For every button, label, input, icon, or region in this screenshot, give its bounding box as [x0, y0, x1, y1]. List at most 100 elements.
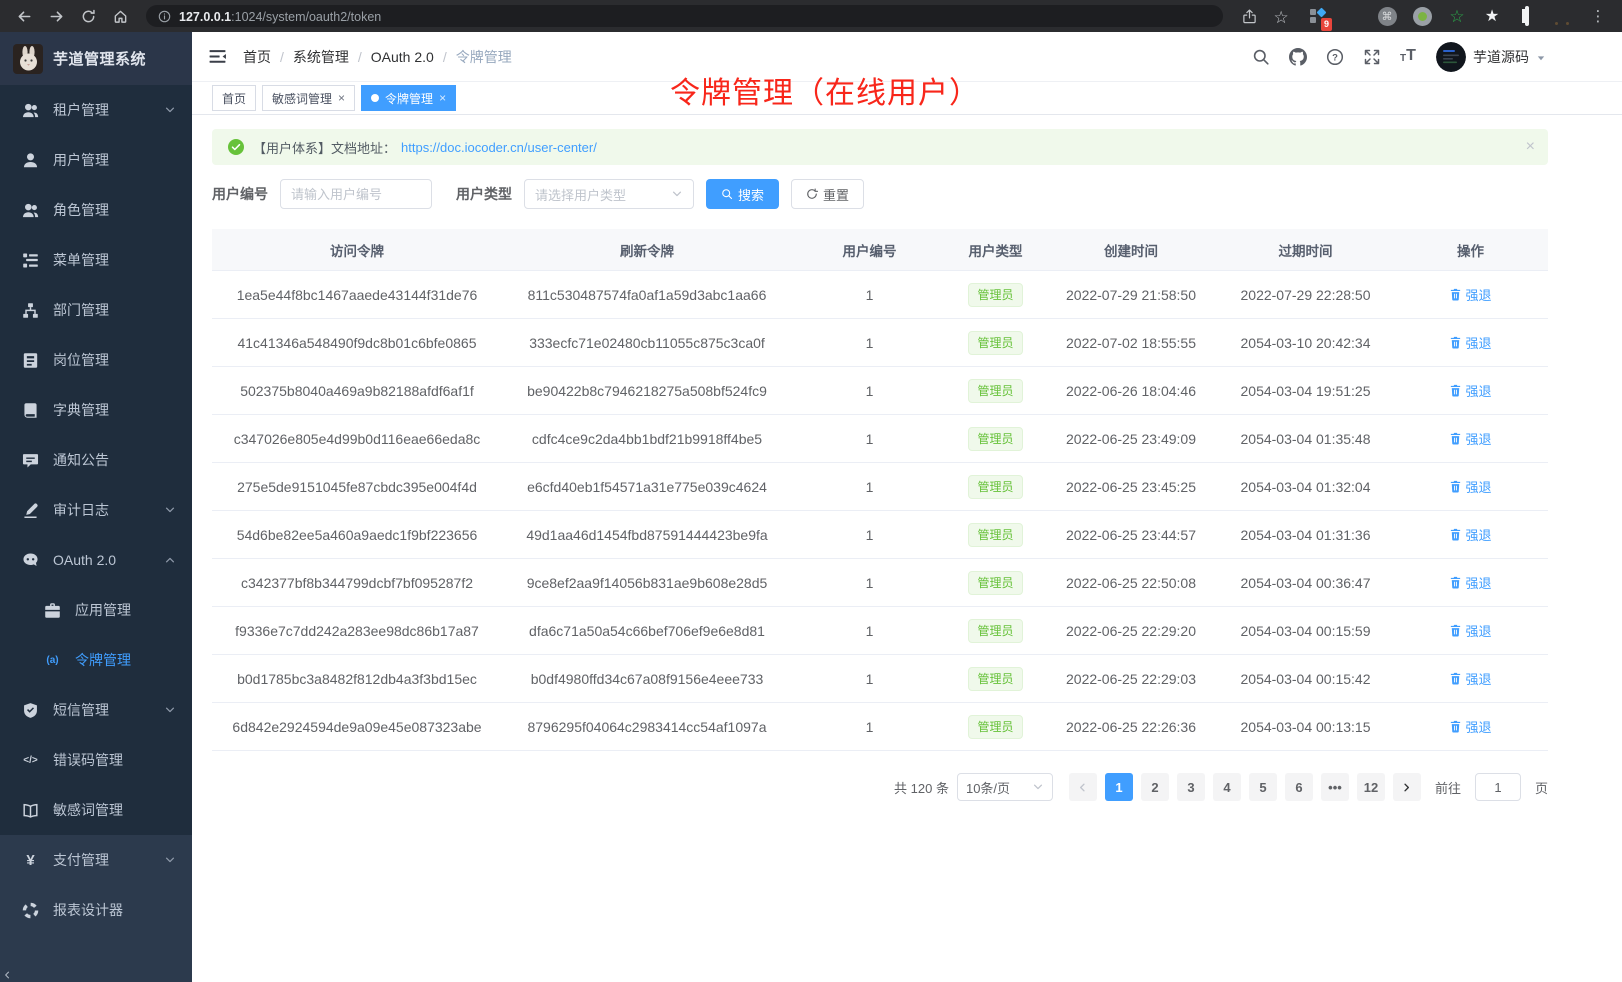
- page-button[interactable]: 5: [1249, 773, 1277, 801]
- close-icon[interactable]: ×: [338, 92, 345, 104]
- next-page-button[interactable]: [1393, 773, 1421, 801]
- view-tab[interactable]: 首页 ×: [212, 85, 256, 111]
- extension-button[interactable]: 9: [1306, 5, 1328, 27]
- sidebar-item[interactable]: 敏感词管理: [0, 785, 192, 835]
- force-logout-button[interactable]: 强退: [1449, 285, 1491, 304]
- browser-nav-button[interactable]: [12, 4, 36, 28]
- user-id-cell: 1: [792, 623, 947, 639]
- extension-button[interactable]: [1411, 5, 1433, 27]
- view-tab[interactable]: 敏感词管理 ×: [262, 85, 355, 111]
- sidebar-item[interactable]: 审计日志: [0, 485, 192, 535]
- force-logout-button[interactable]: 强退: [1449, 477, 1491, 496]
- sidebar-item[interactable]: 部门管理: [0, 285, 192, 335]
- sidebar-item[interactable]: 报表设计器: [0, 885, 192, 935]
- user-type-badge: 管理员: [968, 427, 1022, 451]
- page-button[interactable]: •••: [1321, 773, 1349, 801]
- extension-button[interactable]: [1341, 5, 1363, 27]
- sidebar-item[interactable]: OAuth 2.0: [0, 535, 192, 585]
- avatar[interactable]: [1436, 42, 1466, 72]
- extension-button[interactable]: [1551, 5, 1573, 27]
- dict-icon: [22, 402, 39, 419]
- sidebar-item[interactable]: 应用管理: [0, 585, 192, 635]
- access-token-cell: 502375b8040a469a9b82188afdf6af1f: [212, 383, 502, 399]
- sidebar-item[interactable]: ¥ 支付管理: [0, 835, 192, 885]
- toolbar-button[interactable]: [1362, 47, 1382, 67]
- sidebar-item[interactable]: 岗位管理: [0, 335, 192, 385]
- page-button[interactable]: 4: [1213, 773, 1241, 801]
- extension-button[interactable]: ☆: [1446, 5, 1468, 27]
- refresh-token-cell: 9ce8ef2aa9f14056b831ae9b608e28d5: [502, 575, 792, 591]
- extension-button[interactable]: ★: [1481, 5, 1503, 27]
- toolbar-button[interactable]: [1288, 47, 1308, 67]
- address-bar[interactable]: 127.0.0.1:1024/system/oauth2/token: [146, 5, 1223, 27]
- green-star-icon: ☆: [1449, 8, 1464, 25]
- force-logout-button[interactable]: 强退: [1449, 333, 1491, 352]
- breadcrumb-item[interactable]: 首页: [243, 47, 293, 67]
- force-logout-button[interactable]: 强退: [1449, 573, 1491, 592]
- refresh-icon: [806, 188, 818, 200]
- force-logout-button[interactable]: 强退: [1449, 381, 1491, 400]
- caret-down-icon: [1536, 53, 1546, 63]
- close-icon[interactable]: ×: [439, 92, 446, 104]
- prev-page-button[interactable]: [1069, 773, 1097, 801]
- doc-link[interactable]: https://doc.iocoder.cn/user-center/: [401, 140, 597, 155]
- sidebar-item-label: 岗位管理: [53, 350, 109, 370]
- toolbar-button[interactable]: [1251, 47, 1271, 67]
- reset-button[interactable]: 重置: [791, 179, 864, 209]
- page-button[interactable]: 3: [1177, 773, 1205, 801]
- view-tab[interactable]: 令牌管理 ×: [361, 85, 456, 111]
- page-size-select[interactable]: 10条/页: [957, 773, 1053, 801]
- force-logout-button[interactable]: 强退: [1449, 621, 1491, 640]
- force-logout-button[interactable]: 强退: [1449, 669, 1491, 688]
- user-id-cell: 1: [792, 383, 947, 399]
- page-button[interactable]: 12: [1357, 773, 1385, 801]
- access-token-cell: 275e5de9151045fe87cbdc395e004f4d: [212, 479, 502, 495]
- browser-nav-button[interactable]: [44, 4, 68, 28]
- user-type-select[interactable]: 请选择用户类型: [524, 179, 694, 209]
- sidebar-item[interactable]: 角色管理: [0, 185, 192, 235]
- collapse-arrow-icon[interactable]: [2, 970, 12, 980]
- annotation-text: 令牌管理（在线用户）: [670, 68, 980, 112]
- sidebar-item[interactable]: </> 错误码管理: [0, 735, 192, 785]
- dot-circle-icon: [1413, 7, 1432, 26]
- page-button[interactable]: 6: [1285, 773, 1313, 801]
- sidebar-item-label: 通知公告: [53, 450, 109, 470]
- force-logout-button[interactable]: 强退: [1449, 525, 1491, 544]
- user-id-input[interactable]: [280, 179, 432, 209]
- sidebar-item[interactable]: 租户管理: [0, 85, 192, 135]
- extension-button[interactable]: [1516, 5, 1538, 27]
- site-info-icon[interactable]: [158, 10, 171, 23]
- sidebar-menu-bottom: ¥ 支付管理 报表设计器: [0, 835, 192, 935]
- force-logout-button[interactable]: 强退: [1449, 717, 1491, 736]
- breadcrumb-item[interactable]: OAuth 2.0: [371, 49, 456, 65]
- column-header: 过期时间: [1218, 240, 1393, 260]
- force-logout-button[interactable]: 强退: [1449, 429, 1491, 448]
- search-icon: [1252, 48, 1270, 66]
- sidebar-item[interactable]: 菜单管理: [0, 235, 192, 285]
- extension-button[interactable]: ⌘: [1376, 5, 1398, 27]
- user-menu[interactable]: 芋道源码: [1436, 42, 1546, 72]
- sidebar-item[interactable]: 用户管理: [0, 135, 192, 185]
- breadcrumb-item[interactable]: 系统管理: [293, 47, 371, 67]
- page-button[interactable]: 1: [1105, 773, 1133, 801]
- toolbar-button[interactable]: TT: [1399, 47, 1419, 67]
- sidebar-item[interactable]: 通知公告: [0, 435, 192, 485]
- user-id-cell: 1: [792, 671, 947, 687]
- browser-menu-button[interactable]: ⋮: [1586, 4, 1610, 28]
- breadcrumb-item[interactable]: 令牌管理: [456, 47, 512, 67]
- alert-close-icon[interactable]: ×: [1526, 139, 1535, 155]
- sidebar-item[interactable]: 短信管理: [0, 685, 192, 735]
- browser-nav-button[interactable]: [108, 4, 132, 28]
- browser-nav-button[interactable]: [76, 4, 100, 28]
- goto-page-input[interactable]: [1475, 773, 1521, 801]
- sidebar-item[interactable]: 字典管理: [0, 385, 192, 435]
- browser-action-button[interactable]: ☆: [1269, 4, 1293, 28]
- page-button[interactable]: 2: [1141, 773, 1169, 801]
- sidebar-item[interactable]: (a) 令牌管理: [0, 635, 192, 685]
- collapse-sidebar-icon[interactable]: [208, 47, 227, 66]
- search-button[interactable]: 搜索: [706, 179, 779, 209]
- breadcrumb: 首页系统管理OAuth 2.0令牌管理: [243, 47, 512, 67]
- toolbar-button[interactable]: ?: [1325, 47, 1345, 67]
- column-header: 访问令牌: [212, 240, 502, 260]
- browser-action-button[interactable]: [1237, 4, 1261, 28]
